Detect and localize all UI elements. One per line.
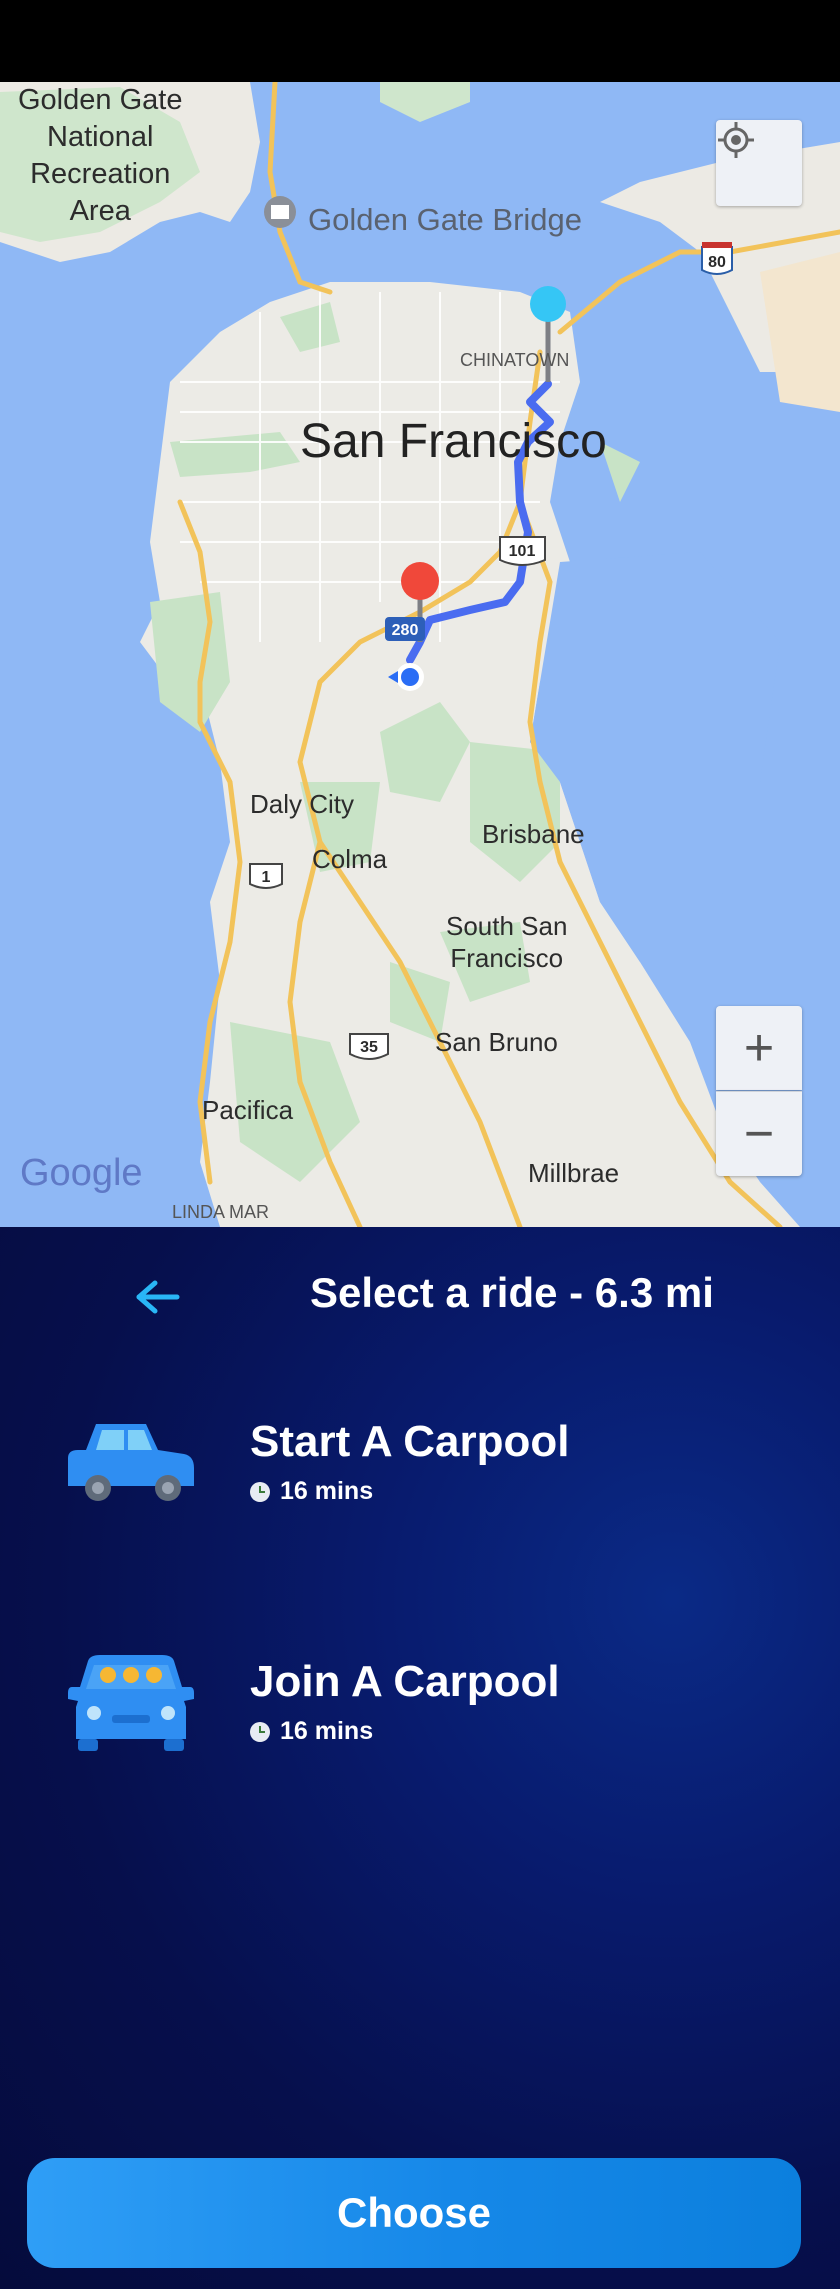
- svg-text:280: 280: [392, 622, 419, 639]
- panel-title: Select a ride - 6.3 mi: [310, 1269, 714, 1316]
- map-label-san-bruno: San Bruno: [435, 1027, 558, 1057]
- arrow-left-icon: [136, 1280, 180, 1314]
- map-label-south-san-francisco: South San Francisco: [446, 911, 568, 973]
- car-side-icon: [68, 1424, 194, 1501]
- ride-time: 16 mins: [250, 1717, 373, 1746]
- svg-text:80: 80: [708, 254, 726, 271]
- ride-title: Start A Carpool: [250, 1417, 570, 1466]
- ride-option-start-carpool[interactable]: Start A Carpool 16 mins: [0, 1407, 840, 1557]
- clock-icon: [250, 1481, 270, 1502]
- map-label-chinatown: CHINATOWN: [460, 350, 570, 370]
- map-label-pacifica: Pacifica: [202, 1095, 294, 1125]
- ride-option-join-carpool[interactable]: Join A Carpool 16 mins: [0, 1647, 840, 1797]
- zoom-in-button[interactable]: +: [716, 1006, 802, 1090]
- back-button[interactable]: [128, 1267, 188, 1327]
- map-label-daly-city: Daly City: [250, 789, 355, 819]
- map-label-golden-gate-bridge: Golden Gate Bridge: [308, 202, 583, 237]
- ride-time-value: 16 mins: [280, 1477, 374, 1505]
- ride-time: 16 mins: [250, 1477, 373, 1506]
- choose-button[interactable]: Choose: [27, 2158, 801, 2268]
- svg-text:101: 101: [509, 543, 536, 560]
- map-label-san-francisco: San Francisco: [300, 415, 607, 468]
- svg-text:1: 1: [262, 869, 271, 886]
- zoom-out-button[interactable]: −: [716, 1091, 802, 1176]
- map-label-brisbane: Brisbane: [482, 819, 585, 849]
- map-view[interactable]: 80 280 101 1 35 Golden Gate National Rec…: [0, 82, 840, 1227]
- map-label-linda-mar: LINDA MAR: [172, 1202, 270, 1222]
- google-logo: Google: [20, 1152, 143, 1194]
- my-location-button[interactable]: [716, 120, 802, 206]
- clock-icon: [250, 1721, 270, 1742]
- ride-title: Join A Carpool: [250, 1657, 560, 1706]
- status-bar: [0, 0, 840, 82]
- ride-selection-panel: Select a ride - 6.3 mi Start A Carpool 1…: [0, 1227, 840, 2289]
- map-label-colma: Colma: [312, 844, 388, 874]
- map-label-millbrae: Millbrae: [528, 1158, 620, 1188]
- map-canvas: 80 280 101 1 35: [0, 82, 840, 1227]
- car-front-icon: [68, 1655, 194, 1751]
- crosshair-icon: [718, 122, 754, 158]
- svg-text:35: 35: [360, 1039, 378, 1056]
- ride-time-value: 16 mins: [280, 1717, 374, 1745]
- map-label-golden-gate-area: Golden Gate National Recreation Area: [18, 84, 183, 227]
